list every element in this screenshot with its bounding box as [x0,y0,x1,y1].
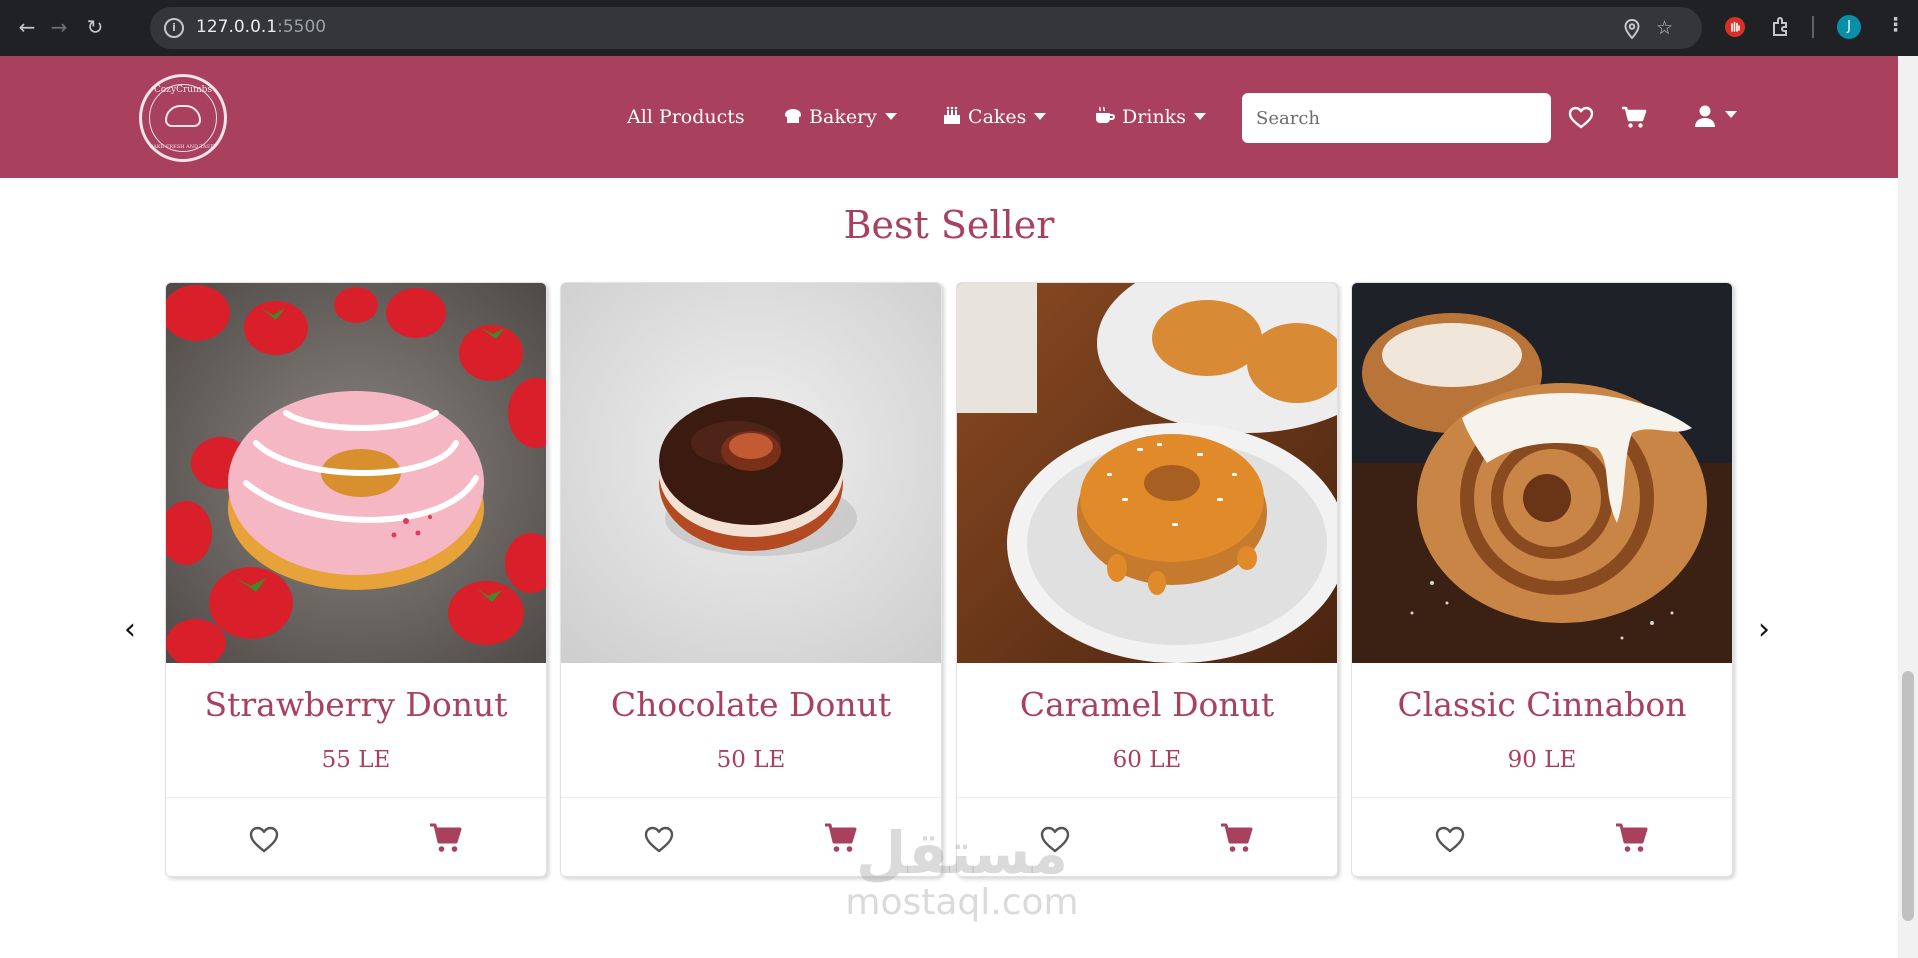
page-scrollbar[interactable] [1898,56,1918,958]
carousel-next-button[interactable]: › [1758,612,1770,647]
chevron-down-icon [1034,113,1047,120]
product-price: 60 LE [1112,747,1182,773]
nav-cakes-dropdown[interactable]: Cakes [942,106,1047,128]
nav-drinks-label: Drinks [1122,106,1186,128]
site-navbar: CozyCrumbs BAKE FRESH AND TASTY All Prod… [0,56,1898,178]
forward-arrow-icon[interactable]: → [46,14,72,40]
address-bar[interactable]: i 127.0.0.1:5500 ☆ [150,7,1702,49]
reload-icon[interactable]: ↻ [82,14,108,40]
card-divider [166,797,546,798]
watermark-latin: mostaql.com [845,882,1079,923]
chocolate-donut-image[interactable] [561,283,941,663]
extensions-puzzle-icon[interactable] [1770,16,1792,38]
extension-hand-icon[interactable] [1724,16,1746,38]
caramel-donut-image[interactable] [957,283,1337,663]
section-title: Best Seller [843,203,1055,247]
profile-avatar[interactable]: J [1837,15,1861,39]
bookmark-star-icon[interactable]: ☆ [1656,17,1673,39]
nav-bakery-dropdown[interactable]: Bakery [783,106,897,128]
url-port: :5500 [277,17,327,37]
cart-icon[interactable] [1620,104,1648,132]
classic-cinnabon-image[interactable] [1352,283,1732,663]
location-pin-icon[interactable] [1624,19,1640,39]
product-card[interactable]: Classic Cinnabon 90 LE [1351,282,1733,877]
watermark: مستقل mostaql.com [842,822,1082,922]
nav-bakery-label: Bakery [809,106,877,128]
back-arrow-icon[interactable]: ← [14,14,40,40]
brand-logo[interactable]: CozyCrumbs BAKE FRESH AND TASTY [139,74,227,162]
product-name[interactable]: Classic Cinnabon [1352,685,1732,724]
product-price: 90 LE [1507,747,1577,773]
heart-icon[interactable] [1567,104,1595,132]
search-input[interactable] [1242,93,1551,143]
logo-subtext: BAKE FRESH AND TASTY [149,144,217,150]
browser-menu-icon[interactable]: ⋮ [1886,14,1905,36]
chevron-down-icon [884,113,897,120]
heart-outline-icon[interactable] [1434,824,1466,854]
product-name[interactable]: Chocolate Donut [561,685,941,724]
chevron-down-icon [1725,111,1738,118]
add-to-cart-icon[interactable] [1614,822,1650,854]
bread-icon [785,109,801,123]
logo-text: CozyCrumbs [153,85,213,95]
user-menu-dropdown[interactable] [1694,104,1740,132]
watermark-arabic: مستقل [855,819,1069,887]
card-divider [957,797,1337,798]
url-host: 127.0.0.1 [196,17,278,37]
site-info-icon[interactable]: i [164,18,184,38]
chevron-down-icon [1193,113,1206,120]
carousel-prev-button[interactable]: ‹ [124,612,136,647]
croissant-icon [165,105,201,127]
product-name[interactable]: Strawberry Donut [166,685,546,724]
url-text[interactable]: 127.0.0.1:5500 [196,17,326,37]
strawberry-donut-image[interactable] [166,283,546,663]
add-to-cart-icon[interactable] [1219,822,1255,854]
add-to-cart-icon[interactable] [428,822,464,854]
product-price: 50 LE [716,747,786,773]
scrollbar-thumb[interactable] [1902,671,1914,921]
heart-outline-icon[interactable] [248,824,280,854]
card-divider [561,797,941,798]
product-card[interactable]: Chocolate Donut 50 LE [560,282,942,877]
product-name[interactable]: Caramel Donut [957,685,1337,724]
nav-all-products[interactable]: All Products [627,106,745,128]
product-card[interactable]: Strawberry Donut 55 LE [165,282,547,877]
browser-toolbar: ← → ↻ i 127.0.0.1:5500 ☆ J ⋮ [0,0,1918,56]
product-card[interactable]: Caramel Donut 60 LE [956,282,1338,877]
toolbar-divider [1812,16,1814,38]
card-divider [1352,797,1732,798]
birthday-cake-icon [944,106,960,124]
heart-outline-icon[interactable] [643,824,675,854]
mug-icon [1096,106,1115,123]
user-icon [1695,105,1715,127]
product-price: 55 LE [321,747,391,773]
nav-cakes-label: Cakes [968,106,1027,128]
nav-drinks-dropdown[interactable]: Drinks [1094,106,1206,128]
